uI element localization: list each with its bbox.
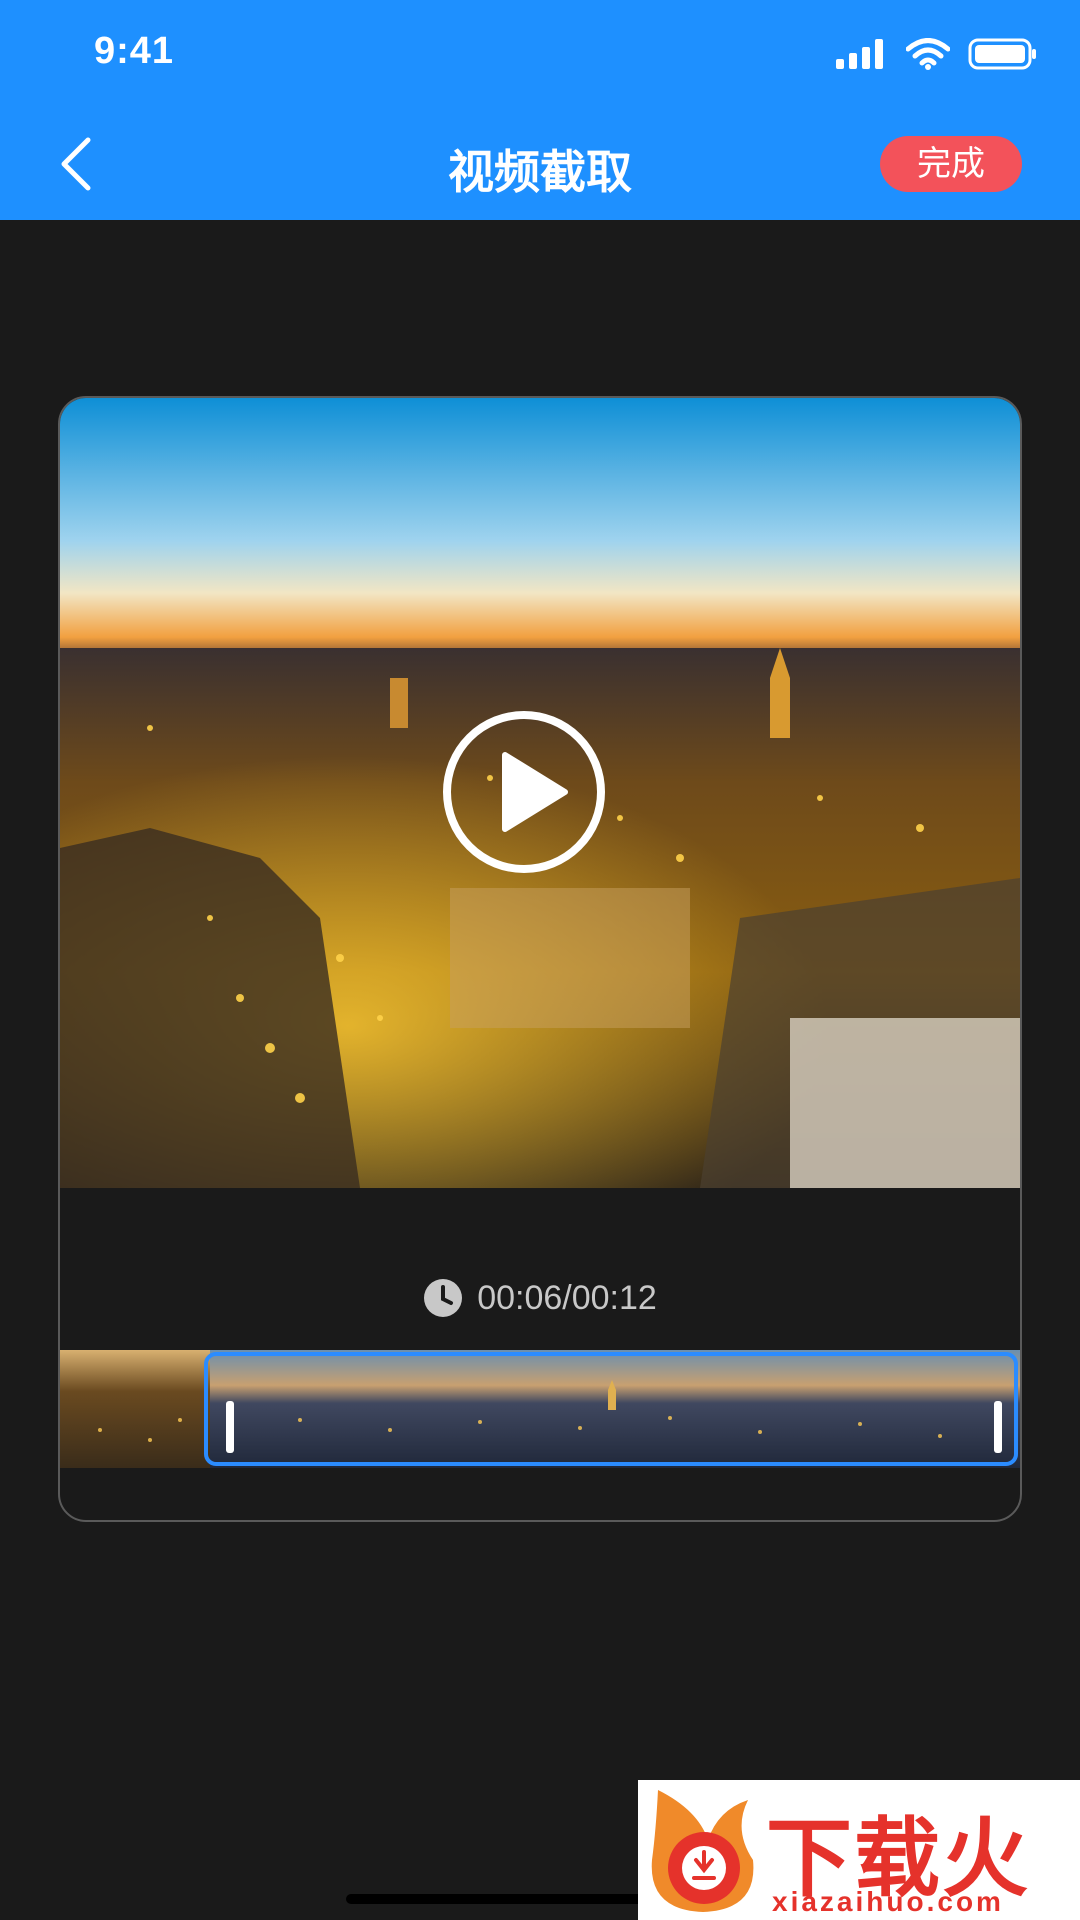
- done-button[interactable]: 完成: [880, 136, 1022, 192]
- status-time: 9:41: [94, 30, 175, 72]
- clock-icon: [424, 1279, 463, 1317]
- signal-icon: [836, 39, 883, 69]
- battery-icon: [968, 38, 1036, 70]
- wifi-icon: [906, 38, 950, 70]
- playback-time: 00:06/00:12: [60, 1278, 1020, 1318]
- status-bar: 9:41: [0, 0, 1080, 110]
- watermark-url: xiazaihuo.com: [772, 1886, 1004, 1917]
- nav-bar: 视频截取 完成: [0, 110, 1080, 220]
- watermark: 下载火 xiazaihuo.com: [638, 1780, 1080, 1920]
- video-editor-card: 00:06/00:12: [58, 396, 1022, 1522]
- status-icons: [836, 38, 1038, 70]
- video-preview[interactable]: [60, 398, 1020, 1188]
- flame-logo-icon: [651, 1790, 754, 1912]
- play-icon[interactable]: [441, 709, 607, 875]
- timecode-text: 00:06/00:12: [477, 1278, 657, 1317]
- trim-start-handle[interactable]: [226, 1401, 234, 1453]
- trim-selection-frame[interactable]: [204, 1352, 1018, 1466]
- trim-end-handle[interactable]: [994, 1401, 1002, 1453]
